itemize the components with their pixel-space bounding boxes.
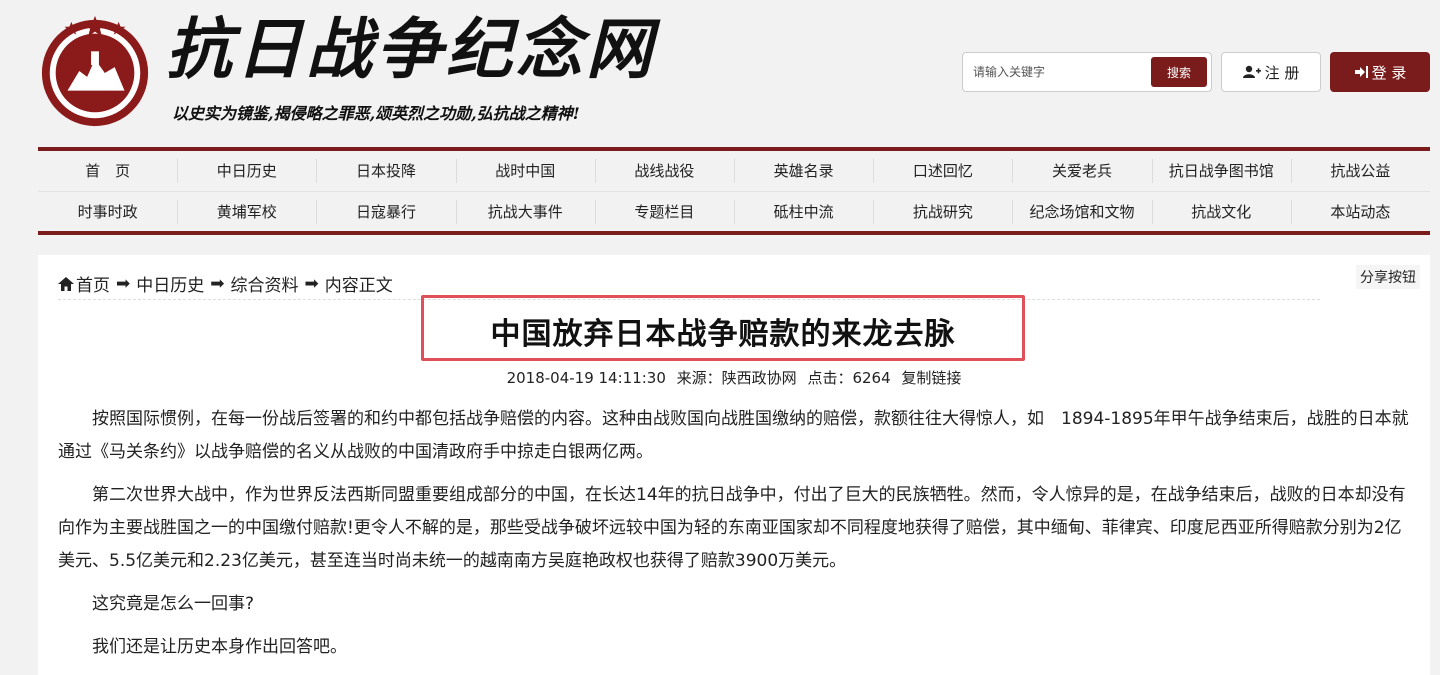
arrow-right-icon: ➡ <box>304 273 319 294</box>
register-button[interactable]: 注 册 <box>1221 52 1321 92</box>
article-meta: 2018-04-19 14:11:30 来源：陕西政协网 点击：6264 复制链… <box>38 367 1430 388</box>
search-input[interactable] <box>973 61 1143 83</box>
breadcrumb: 首页 ➡ 中日历史 ➡ 综合资料 ➡ 内容正文 <box>58 271 393 296</box>
nav-item-whampoa[interactable]: 黄埔军校 <box>177 192 316 231</box>
nav-item-research[interactable]: 抗战研究 <box>873 192 1012 231</box>
nav-item-museums[interactable]: 纪念场馆和文物 <box>1012 192 1151 231</box>
breadcrumb-home[interactable]: 首页 <box>76 271 110 296</box>
nav-item-pillar[interactable]: 砥柱中流 <box>734 192 873 231</box>
site-title: 抗日战争纪念网 <box>166 10 656 88</box>
login-button[interactable]: 登 录 <box>1330 52 1430 92</box>
nav-item-home[interactable]: 首 页 <box>38 151 177 191</box>
search-box: 搜索 <box>962 52 1212 92</box>
nav-row-1: 首 页 中日历史 日本投降 战时中国 战线战役 英雄名录 口述回忆 关爱老兵 抗… <box>38 151 1430 191</box>
nav-item-topics[interactable]: 专题栏目 <box>594 192 734 231</box>
arrow-right-icon: ➡ <box>210 273 225 294</box>
article-paragraph: 第二次世界大战中，作为世界反法西斯同盟重要组成部分的中国，在长达14年的抗日战争… <box>58 485 1406 571</box>
nav-item-wartime-china[interactable]: 战时中国 <box>455 151 595 191</box>
sign-in-icon <box>1354 66 1368 78</box>
article-clicks: 点击：6264 <box>807 369 891 387</box>
share-button[interactable]: 分享按钮 <box>1356 265 1420 289</box>
site-logo-seal[interactable] <box>36 12 154 130</box>
nav-item-site-news[interactable]: 本站动态 <box>1290 192 1430 231</box>
nav-item-current-affairs[interactable]: 时事时政 <box>38 192 177 231</box>
content-panel: 首页 ➡ 中日历史 ➡ 综合资料 ➡ 内容正文 分享按钮 中国放弃日本战争赔款的… <box>38 255 1430 675</box>
search-button[interactable]: 搜索 <box>1151 57 1207 87</box>
nav-item-japan-surrender[interactable]: 日本投降 <box>316 151 455 191</box>
breadcrumb-current: 内容正文 <box>324 276 393 296</box>
article-paragraph: 按照国际惯例，在每一份战后签署的和约中都包括战争赔偿的内容。这种由战败国向战胜国… <box>58 409 1409 462</box>
nav-row-2: 时事时政 黄埔军校 日寇暴行 抗战大事件 专题栏目 砥柱中流 抗战研究 纪念场馆… <box>38 191 1430 231</box>
main-nav: 首 页 中日历史 日本投降 战时中国 战线战役 英雄名录 口述回忆 关爱老兵 抗… <box>38 147 1430 235</box>
nav-item-culture[interactable]: 抗战文化 <box>1151 192 1291 231</box>
copy-link-button[interactable]: 复制链接 <box>901 369 961 387</box>
site-header: 抗日战争纪念网 以史实为镜鉴,揭侵略之罪恶,颂英烈之功勋,弘抗战之精神! 搜索 … <box>0 0 1440 145</box>
login-label: 登 录 <box>1371 63 1407 82</box>
nav-item-oral-memories[interactable]: 口述回忆 <box>873 151 1012 191</box>
breadcrumb-history[interactable]: 中日历史 <box>136 271 204 296</box>
nav-item-sino-japanese-history[interactable]: 中日历史 <box>177 151 316 191</box>
add-user-icon <box>1242 65 1261 78</box>
article-body: 按照国际惯例，在每一份战后签署的和约中都包括战争赔偿的内容。这种由战败国向战胜国… <box>58 403 1410 674</box>
nav-item-atrocities[interactable]: 日寇暴行 <box>316 192 455 231</box>
register-label: 注 册 <box>1264 63 1300 82</box>
breadcrumb-materials[interactable]: 综合资料 <box>231 271 299 296</box>
article-datetime: 2018-04-19 14:11:30 <box>506 369 666 387</box>
nav-item-heroes[interactable]: 英雄名录 <box>734 151 873 191</box>
arrow-right-icon: ➡ <box>116 273 131 294</box>
home-icon <box>58 276 74 291</box>
nav-item-major-events[interactable]: 抗战大事件 <box>455 192 595 231</box>
site-slogan: 以史实为镜鉴,揭侵略之罪恶,颂英烈之功勋,弘抗战之精神! <box>172 104 580 123</box>
nav-item-library[interactable]: 抗日战争图书馆 <box>1151 151 1291 191</box>
nav-item-battles[interactable]: 战线战役 <box>594 151 734 191</box>
article-source: 来源：陕西政协网 <box>676 369 797 387</box>
article-paragraph: 我们还是让历史本身作出回答吧。 <box>92 637 347 657</box>
article-paragraph: 这究竟是怎么一回事? <box>92 594 255 614</box>
article-title: 中国放弃日本战争赔款的来龙去脉 <box>490 317 956 352</box>
nav-item-veterans[interactable]: 关爱老兵 <box>1012 151 1151 191</box>
nav-item-charity[interactable]: 抗战公益 <box>1290 151 1430 191</box>
